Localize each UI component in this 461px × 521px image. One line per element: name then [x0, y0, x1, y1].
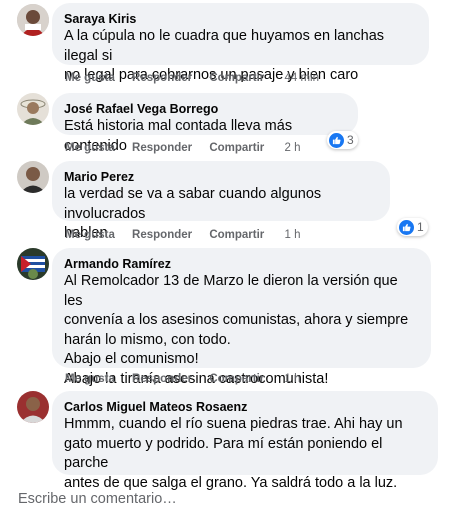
comment-text: Hmmm, cuando el río suena piedras trae. …	[64, 416, 403, 491]
comment-actions: Me gusta Responder Compartir 1 h	[65, 373, 314, 385]
comment-bubble: Mario Perez la verdad se va a sabar cuan…	[52, 161, 390, 241]
comment-actions: Me gusta Responder Compartir 2 h	[65, 142, 314, 154]
comment-actions: Me gusta Responder Compartir 44 min	[65, 72, 333, 84]
comment-bubble: Saraya Kiris A la cúpula no le cuadra qu…	[52, 3, 429, 83]
share-button[interactable]: Compartir	[209, 373, 264, 385]
comment-bubble: José Rafael Vega Borrego Está historia m…	[52, 93, 358, 154]
comment-bubble: Carlos Miguel Mateos Rosaenz Hmmm, cuand…	[52, 391, 438, 491]
comment-author[interactable]: José Rafael Vega Borrego	[64, 101, 346, 117]
comment-actions: Me gusta Responder Compartir 1 h	[65, 229, 314, 241]
comment-author[interactable]: Carlos Miguel Mateos Rosaenz	[64, 399, 426, 415]
reaction-count[interactable]: 1	[397, 218, 428, 236]
comment-time[interactable]: 44 min	[284, 72, 319, 84]
share-button[interactable]: Compartir	[209, 142, 264, 154]
comment-author[interactable]: Saraya Kiris	[64, 11, 417, 27]
reaction-count[interactable]: 3	[327, 131, 358, 149]
comment-author[interactable]: Mario Perez	[64, 169, 378, 185]
comment-text: Al Remolcador 13 de Marzo le dieron la v…	[64, 273, 409, 387]
reply-button[interactable]: Responder	[132, 142, 192, 154]
thumbs-up-icon	[399, 219, 414, 235]
share-button[interactable]: Compartir	[209, 72, 264, 84]
like-button[interactable]: Me gusta	[65, 229, 115, 241]
comment-bubble: Armando Ramírez Al Remolcador 13 de Marz…	[52, 248, 431, 387]
comment-time[interactable]: 1 h	[284, 229, 300, 241]
avatar[interactable]	[17, 4, 49, 36]
avatar[interactable]	[17, 248, 49, 280]
reply-button[interactable]: Responder	[132, 373, 192, 385]
comment-time[interactable]: 1 h	[284, 373, 300, 385]
avatar[interactable]	[17, 161, 49, 193]
thumbs-up-icon	[329, 132, 344, 148]
reply-button[interactable]: Responder	[132, 72, 192, 84]
like-button[interactable]: Me gusta	[65, 72, 115, 84]
like-button[interactable]: Me gusta	[65, 373, 115, 385]
comment-time[interactable]: 2 h	[284, 142, 300, 154]
comment-author[interactable]: Armando Ramírez	[64, 256, 419, 272]
avatar[interactable]	[17, 391, 49, 423]
share-button[interactable]: Compartir	[209, 229, 264, 241]
avatar[interactable]	[17, 93, 49, 125]
reply-button[interactable]: Responder	[132, 229, 192, 241]
like-button[interactable]: Me gusta	[65, 142, 115, 154]
comment-input[interactable]: Escribe un comentario…	[18, 491, 177, 507]
